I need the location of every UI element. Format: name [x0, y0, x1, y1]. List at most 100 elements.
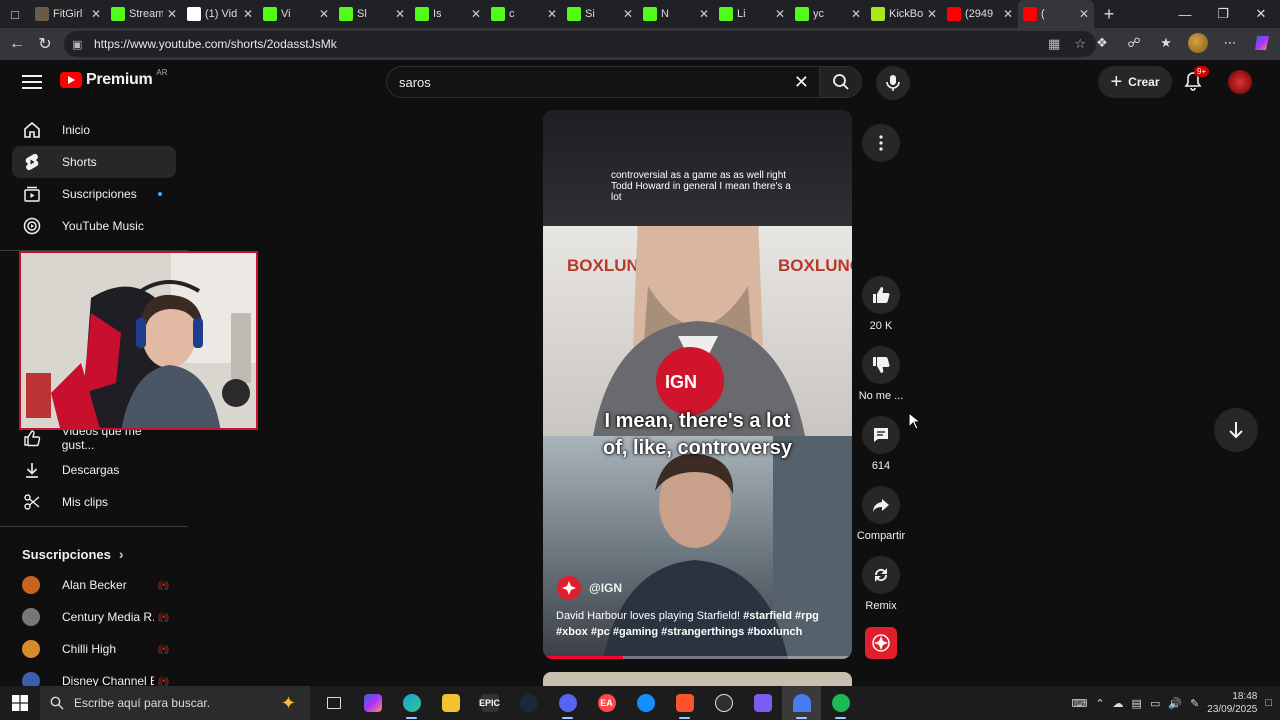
search-input[interactable]: saros ✕: [386, 66, 820, 98]
sidebar-item-youtube-music[interactable]: YouTube Music: [12, 210, 176, 242]
tab-close-icon[interactable]: ✕: [243, 7, 253, 21]
display-icon[interactable]: ▭: [1150, 697, 1160, 710]
subscription-item[interactable]: Alan Becker ((•)): [22, 571, 172, 599]
back-button[interactable]: ←: [2, 29, 32, 59]
browser-tab[interactable]: KickBo ✕: [866, 0, 942, 28]
pen-icon[interactable]: ✎: [1190, 697, 1199, 710]
taskbar-spotify[interactable]: [821, 686, 860, 720]
search-button[interactable]: [820, 66, 862, 98]
keyboard-layout-icon[interactable]: ⌨: [1071, 697, 1087, 710]
tab-close-icon[interactable]: ✕: [91, 7, 101, 21]
hashtags-line-2[interactable]: #xbox #pc #gaming #strangerthings #boxlu…: [556, 626, 802, 638]
channel-info[interactable]: @IGN: [557, 576, 622, 600]
app-install-icon[interactable]: ▦: [1048, 36, 1060, 52]
address-bar[interactable]: ▣ https://www.youtube.com/shorts/2odasst…: [64, 31, 1096, 57]
original-sound-button[interactable]: [865, 627, 897, 659]
taskbar-epic-games[interactable]: EPIC: [470, 686, 509, 720]
clear-search-icon[interactable]: ✕: [794, 72, 809, 93]
channel-handle[interactable]: @IGN: [589, 581, 622, 595]
tab-close-icon[interactable]: ✕: [699, 7, 709, 21]
taskbar-file-explorer[interactable]: [431, 686, 470, 720]
like-button[interactable]: [862, 276, 900, 314]
youtube-premium-logo[interactable]: Premium AR: [60, 68, 168, 89]
taskbar-active-app[interactable]: [782, 686, 821, 720]
network-icon[interactable]: ▤: [1132, 697, 1142, 710]
task-view-button[interactable]: [314, 686, 353, 720]
taskbar-copilot[interactable]: [353, 686, 392, 720]
sidebar-item-mis-clips[interactable]: Mis clips: [12, 486, 176, 518]
sidebar-item-descargas[interactable]: Descargas: [12, 454, 176, 486]
next-short-preview[interactable]: [543, 672, 852, 686]
tab-close-icon[interactable]: ✕: [547, 7, 557, 21]
minimize-button[interactable]: —: [1166, 0, 1204, 28]
more-options-icon[interactable]: ⋯: [1220, 31, 1240, 55]
taskbar-game-launcher[interactable]: [743, 686, 782, 720]
subscription-item[interactable]: Century Media R... ((•)): [22, 603, 172, 631]
taskbar-brave[interactable]: [665, 686, 704, 720]
browser-tab[interactable]: c ✕: [486, 0, 562, 28]
sidebar-item-inicio[interactable]: Inicio: [12, 114, 176, 146]
tab-close-icon[interactable]: ✕: [395, 7, 405, 21]
profile-avatar[interactable]: [1188, 31, 1208, 55]
browser-tab[interactable]: (✕: [1018, 0, 1094, 28]
share-button[interactable]: [862, 486, 900, 524]
remix-button[interactable]: [862, 556, 900, 594]
notification-center-icon[interactable]: □: [1265, 697, 1272, 709]
taskbar-steam[interactable]: [509, 686, 548, 720]
dislike-button[interactable]: [862, 346, 900, 384]
comments-button[interactable]: [862, 416, 900, 454]
browser-tab[interactable]: N ✕: [638, 0, 714, 28]
browser-tab[interactable]: Sl ✕: [334, 0, 410, 28]
tab-close-icon[interactable]: ✕: [775, 7, 785, 21]
copilot-icon[interactable]: [1252, 31, 1272, 55]
chevron-up-icon[interactable]: ⌃: [1095, 697, 1104, 710]
browser-tab[interactable]: Li ✕: [714, 0, 790, 28]
tab-close-icon[interactable]: ✕: [167, 7, 177, 21]
tray-app-icon[interactable]: ☁: [1113, 697, 1124, 710]
browser-tab[interactable]: Si ✕: [562, 0, 638, 28]
menu-icon[interactable]: [20, 72, 44, 92]
tab-close-icon[interactable]: ✕: [319, 7, 329, 21]
favorite-star-icon[interactable]: ☆: [1074, 36, 1086, 52]
voice-search-button[interactable]: [876, 66, 910, 100]
taskbar-battlenet[interactable]: [626, 686, 665, 720]
speaker-icon[interactable]: 🔊: [1168, 697, 1182, 710]
taskbar-discord[interactable]: [548, 686, 587, 720]
video-progress-bar[interactable]: [543, 656, 852, 659]
close-window-button[interactable]: ✕: [1242, 0, 1280, 28]
new-tab-button[interactable]: +: [1094, 4, 1124, 25]
ign-channel-avatar[interactable]: [557, 576, 581, 600]
maximize-button[interactable]: ❐: [1204, 0, 1242, 28]
taskbar-search-input[interactable]: Escribe aquí para buscar. ✦: [40, 686, 310, 720]
next-short-button[interactable]: [1214, 408, 1258, 452]
clock[interactable]: 18:48 23/09/2025: [1207, 690, 1257, 716]
tab-close-icon[interactable]: ✕: [927, 7, 937, 21]
tab-close-icon[interactable]: ✕: [623, 7, 633, 21]
browser-tab[interactable]: (1) Vid ✕: [182, 0, 258, 28]
subscription-item[interactable]: Chilli High ((•)): [22, 635, 172, 663]
browser-tab[interactable]: FitGirl ✕: [30, 0, 106, 28]
short-description[interactable]: David Harbour loves playing Starfield! #…: [556, 608, 841, 640]
hashtags-line-1[interactable]: #starfield #rpg: [743, 610, 819, 622]
sidebar-item-shorts[interactable]: Shorts: [12, 146, 176, 178]
browser-tab[interactable]: yc ✕: [790, 0, 866, 28]
start-button[interactable]: [0, 686, 40, 720]
tab-actions-icon[interactable]: □: [0, 0, 30, 28]
reload-button[interactable]: ↻: [30, 29, 60, 59]
browser-tab[interactable]: Is ✕: [410, 0, 486, 28]
favorites-icon[interactable]: ★: [1156, 31, 1176, 55]
short-more-options-button[interactable]: [862, 124, 900, 162]
tab-close-icon[interactable]: ✕: [1003, 7, 1013, 21]
subscriptions-section-title[interactable]: Suscripciones ›: [22, 546, 124, 562]
browser-essentials-icon[interactable]: ☍: [1124, 31, 1144, 55]
taskbar-obs[interactable]: [704, 686, 743, 720]
create-button[interactable]: + Crear: [1098, 66, 1172, 98]
sidebar-item-suscripciones[interactable]: Suscripciones: [12, 178, 176, 210]
short-video-player[interactable]: BOXLUNCH BOXLUNCH IGN controversial as a…: [543, 110, 852, 659]
notifications-button[interactable]: 9+: [1182, 66, 1210, 94]
tab-close-icon[interactable]: ✕: [1079, 7, 1089, 21]
tab-close-icon[interactable]: ✕: [851, 7, 861, 21]
tab-close-icon[interactable]: ✕: [471, 7, 481, 21]
browser-tab[interactable]: (2949 ✕: [942, 0, 1018, 28]
taskbar-edge[interactable]: [392, 686, 431, 720]
